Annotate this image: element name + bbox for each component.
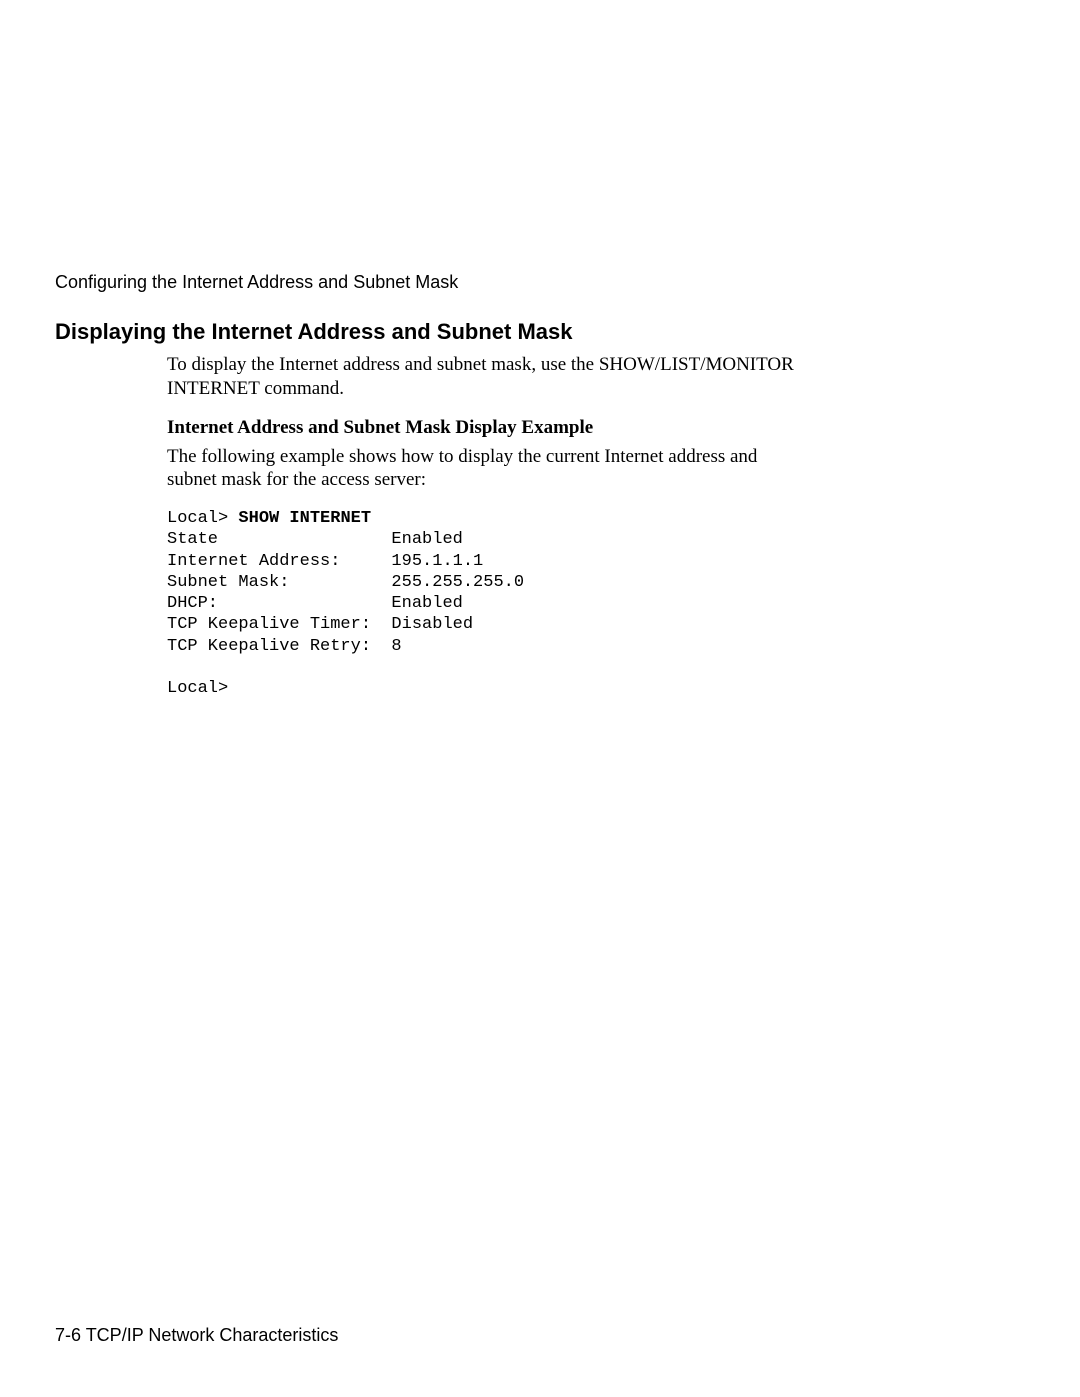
example-intro: The following example shows how to displ… (167, 445, 807, 493)
body-block: To display the Internet address and subn… (167, 353, 807, 699)
terminal-command: SHOW INTERNET (238, 509, 371, 528)
terminal-prompt: Local> (167, 509, 238, 528)
intro-paragraph: To display the Internet address and subn… (167, 353, 807, 401)
page-content: Configuring the Internet Address and Sub… (55, 272, 1010, 699)
sub-heading: Internet Address and Subnet Mask Display… (167, 417, 807, 439)
terminal-body: State Enabled Internet Address: 195.1.1.… (167, 530, 524, 698)
page-footer: 7-6 TCP/IP Network Characteristics (55, 1325, 338, 1346)
terminal-output: Local> SHOW INTERNET State Enabled Inter… (167, 508, 807, 699)
breadcrumb: Configuring the Internet Address and Sub… (55, 272, 1010, 293)
section-heading: Displaying the Internet Address and Subn… (55, 319, 1010, 345)
